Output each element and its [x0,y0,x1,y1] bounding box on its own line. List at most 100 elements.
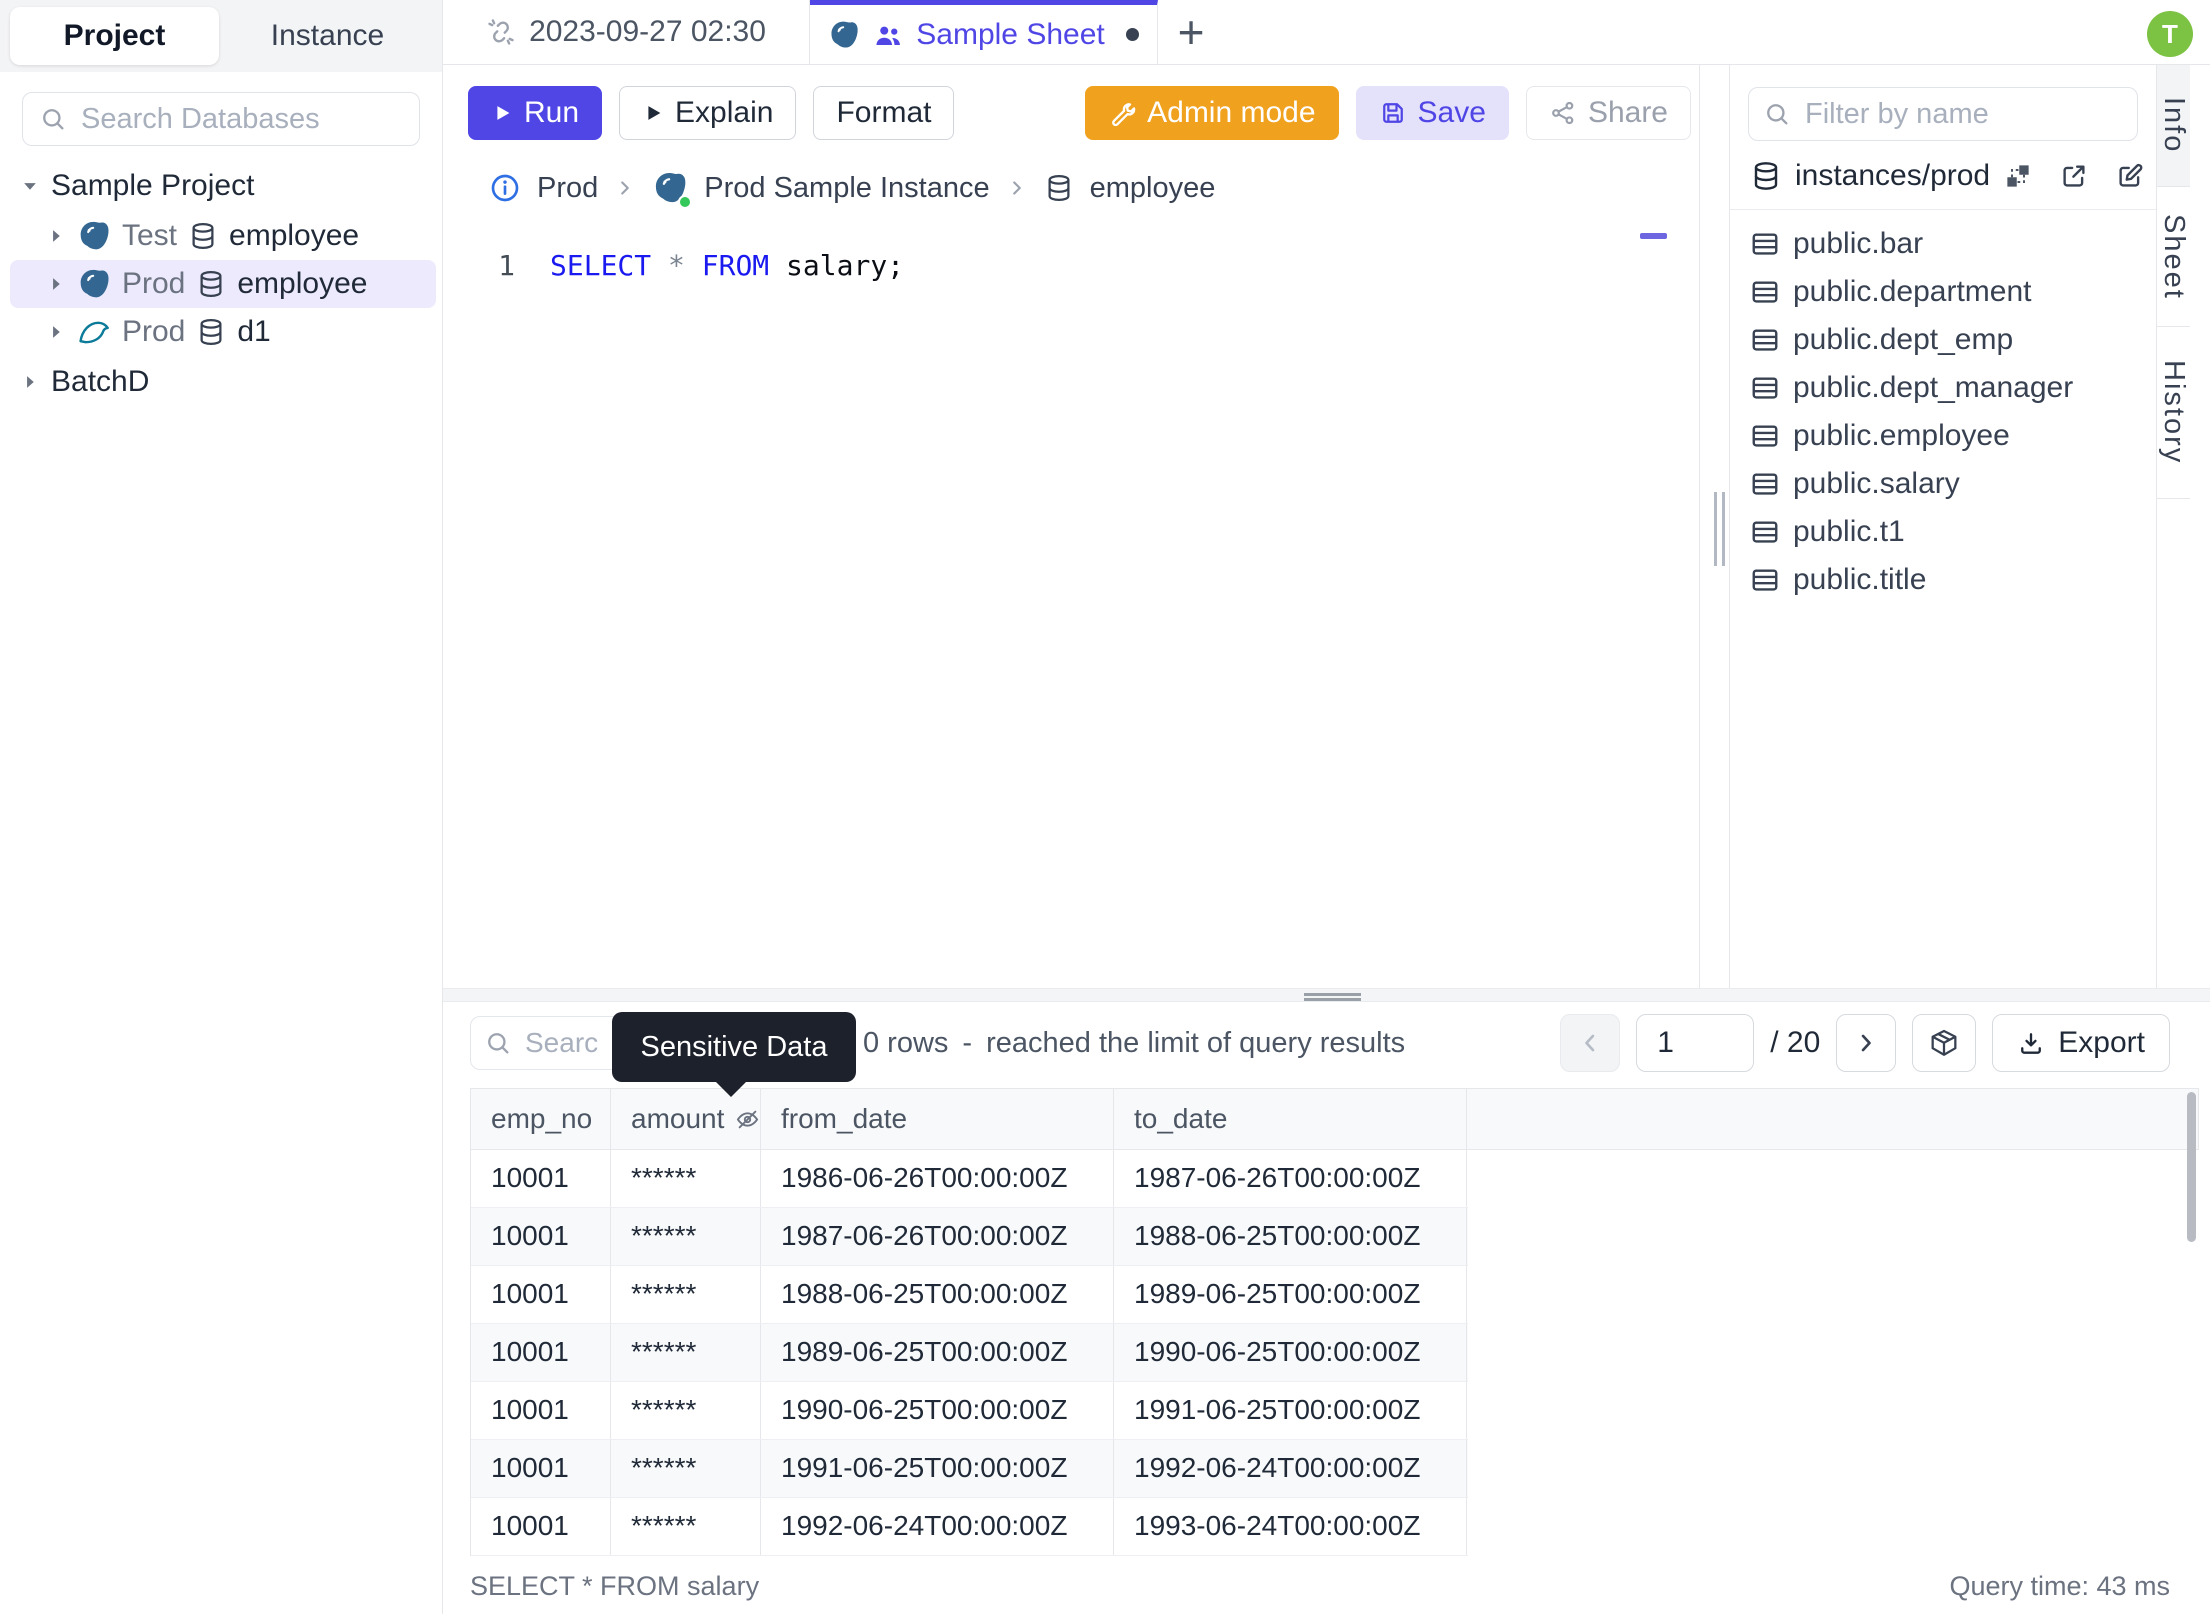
table-row[interactable]: 10001 ****** 1991-06-25T00:00:00Z 1992-0… [471,1440,1468,1498]
tab-history[interactable]: History [2157,327,2190,499]
table-list-item[interactable]: public.title [1730,556,2156,604]
cell-amount-masked: ****** [611,1266,761,1323]
user-avatar[interactable]: T [2147,11,2193,57]
run-label: Run [524,96,580,129]
info-circle-icon[interactable] [489,172,521,204]
table-list-item[interactable]: public.department [1730,268,2156,316]
schema-diagram-icon[interactable] [2003,161,2033,191]
tab-project[interactable]: Project [10,7,219,65]
results-scrollbar[interactable] [2187,1092,2196,1242]
new-tab-button[interactable]: + [1158,0,1224,64]
run-button[interactable]: Run [468,86,603,140]
schema-panel: instances/prod public.bar public.departm… [1729,65,2156,988]
column-header-to-date[interactable]: to_date [1114,1089,1467,1149]
sheet-tab-bar: 2023-09-27 02:30 Sample Sheet + T [443,0,2210,65]
tab-temp-sheet[interactable]: 2023-09-27 02:30 [443,0,810,64]
table-grid-icon [1750,469,1780,499]
editor-toolbar: Run Explain Format Admin mode Save Share [443,65,1699,140]
database-name: employee [237,267,368,300]
cell-emp-no: 10001 [471,1440,611,1497]
data-options-button[interactable] [1912,1014,1977,1072]
environment-label: Prod [122,315,186,348]
tree-node-test-employee[interactable]: Test employee [0,212,442,260]
column-header-filler [1467,1089,2199,1149]
table-name: public.dept_manager [1793,371,2074,404]
pagination: / 20 Export [1560,1014,2170,1072]
people-icon [873,20,903,50]
tab-info[interactable]: Info [2157,65,2190,187]
tree-node-sample-project[interactable]: Sample Project [0,160,442,212]
column-header-emp-no[interactable]: emp_no [471,1089,611,1149]
chevron-right-icon [614,177,636,199]
cell-from-date: 1987-06-26T00:00:00Z [761,1208,1114,1265]
table-name: public.dept_emp [1793,323,2014,356]
tab-label: Sheet [2158,213,2190,300]
download-icon [2017,1029,2045,1057]
table-list-item[interactable]: public.employee [1730,412,2156,460]
search-databases-input[interactable] [22,92,420,146]
table-row[interactable]: 10001 ****** 1992-06-24T00:00:00Z 1993-0… [471,1498,1468,1556]
prev-page-button[interactable] [1560,1014,1621,1072]
cell-to-date: 1990-06-25T00:00:00Z [1114,1324,1467,1381]
next-page-button[interactable] [1836,1014,1897,1072]
tab-instance[interactable]: Instance [223,7,432,65]
cell-amount-masked: ****** [611,1208,761,1265]
tree-node-batchd[interactable]: BatchD [0,356,442,408]
floppy-disk-icon [1379,99,1407,127]
table-list-item[interactable]: public.t1 [1730,508,2156,556]
explain-button[interactable]: Explain [619,86,797,140]
header-label: from_date [781,1103,908,1134]
table-row[interactable]: 10001 ****** 1988-06-25T00:00:00Z 1989-0… [471,1266,1468,1324]
breadcrumb-database[interactable]: employee [1090,172,1216,205]
admin-mode-label: Admin mode [1147,96,1316,129]
table-list: public.bar public.department public.dept… [1730,210,2156,604]
caret-right-icon [46,322,66,342]
database-icon [196,269,226,299]
breadcrumb-instance[interactable]: Prod Sample Instance [704,172,989,205]
table-list-item[interactable]: public.dept_manager [1730,364,2156,412]
table-grid-icon [1750,565,1780,595]
row-count: 0 rows [863,1026,949,1059]
table-grid-icon [1750,277,1780,307]
tree-node-prod-employee[interactable]: Prod employee [10,260,436,308]
sql-editor[interactable]: 1 SELECT * FROM salary; [443,246,1699,286]
sql-identifier: salary; [786,249,905,282]
table-list-item[interactable]: public.dept_emp [1730,316,2156,364]
table-list-item[interactable]: public.salary [1730,460,2156,508]
column-header-amount[interactable]: amount [611,1089,761,1149]
edit-icon[interactable] [2115,161,2145,191]
tab-sample-sheet[interactable]: Sample Sheet [810,0,1158,64]
filter-by-name-input[interactable] [1748,87,2138,141]
breadcrumb-environment[interactable]: Prod [537,172,598,205]
external-link-icon[interactable] [2059,161,2089,191]
instance-path: instances/prod [1795,159,1991,192]
table-list-item[interactable]: public.bar [1730,220,2156,268]
database-icon [1750,160,1782,192]
result-table-header: emp_no amount from_date to_date [470,1088,2199,1150]
cell-emp-no: 10001 [471,1150,611,1207]
admin-mode-button[interactable]: Admin mode [1085,86,1339,140]
page-number-input[interactable] [1636,1014,1755,1072]
results-resize-divider[interactable] [443,988,2210,1002]
cell-to-date: 1988-06-25T00:00:00Z [1114,1208,1467,1265]
query-results-panel: Sensitive Data 0 rows - reached the limi… [443,988,2210,1614]
share-button[interactable]: Share [1525,86,1691,140]
table-row[interactable]: 10001 ****** 1987-06-26T00:00:00Z 1988-0… [471,1208,1468,1266]
play-icon [648,106,661,120]
schema-panel-resize-handle[interactable] [1714,492,1725,566]
save-button[interactable]: Save [1355,86,1509,140]
tree-node-prod-d1[interactable]: Prod d1 [0,308,442,356]
header-label: emp_no [491,1103,593,1134]
tab-sheet[interactable]: Sheet [2157,187,2190,327]
table-name: public.title [1793,563,1927,596]
column-header-from-date[interactable]: from_date [761,1089,1114,1149]
table-row[interactable]: 10001 ****** 1989-06-25T00:00:00Z 1990-0… [471,1324,1468,1382]
table-name: public.t1 [1793,515,1905,548]
format-button[interactable]: Format [813,86,955,140]
table-row[interactable]: 10001 ****** 1990-06-25T00:00:00Z 1991-0… [471,1382,1468,1440]
table-row[interactable]: 10001 ****** 1986-06-26T00:00:00Z 1987-0… [471,1150,1468,1208]
export-button[interactable]: Export [1992,1014,2170,1072]
sidebar-tab-switcher: Project Instance [0,0,442,72]
cell-from-date: 1992-06-24T00:00:00Z [761,1498,1114,1555]
play-icon [497,106,510,120]
